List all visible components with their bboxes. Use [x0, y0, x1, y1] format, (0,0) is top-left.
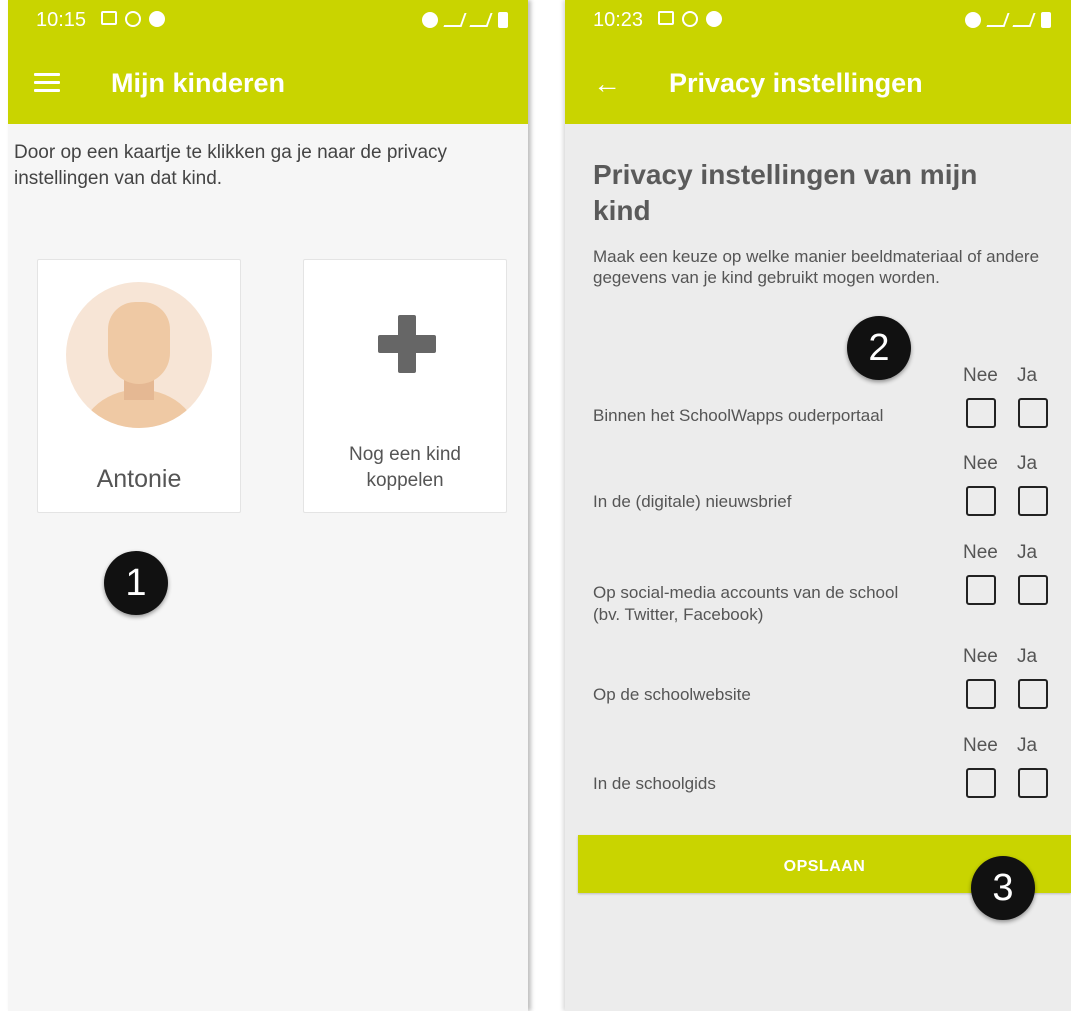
privacy-row: Nee Ja Op social-media accounts van de s…	[565, 542, 1071, 632]
column-header-no: Nee	[963, 735, 998, 756]
checkbox-yes[interactable]	[1018, 398, 1048, 428]
checkbox-no[interactable]	[966, 679, 996, 709]
add-child-label: Nog een kind koppelen	[349, 444, 461, 491]
alarm-icon	[422, 12, 438, 28]
column-header-yes: Ja	[1017, 453, 1038, 474]
whatsapp-notification-icon	[125, 11, 141, 27]
privacy-row: Nee Ja Binnen het SchoolWapps ouderporta…	[565, 365, 1071, 455]
checkbox-no[interactable]	[966, 398, 996, 428]
battery-icon	[1041, 12, 1051, 28]
alarm-icon	[965, 12, 981, 28]
signal-icon	[469, 13, 493, 27]
step-badge-1: 1	[104, 551, 168, 615]
whatsapp-notification-icon	[682, 11, 698, 27]
person-silhouette-icon	[66, 282, 212, 428]
status-bar: 10:15	[8, 0, 528, 40]
privacy-row-label: Op social-media accounts van de school (…	[593, 583, 899, 624]
hamburger-menu-icon[interactable]	[34, 73, 60, 93]
privacy-row-label: In de (digitale) nieuwsbrief	[593, 492, 792, 511]
messenger-notification-icon	[149, 11, 165, 27]
step-badge-3: 3	[971, 856, 1035, 920]
checkbox-yes[interactable]	[1018, 679, 1048, 709]
page-title: Mijn kinderen	[111, 68, 286, 98]
screen-privacy-settings: 10:23 ← Privacy instellingen Privacy ins…	[565, 0, 1071, 1011]
column-header-yes: Ja	[1017, 646, 1038, 667]
wifi-icon	[986, 13, 1010, 27]
checkbox-yes[interactable]	[1018, 486, 1048, 516]
checkbox-no[interactable]	[966, 575, 996, 605]
page-title: Privacy instellingen	[669, 68, 923, 98]
privacy-row: Nee Ja In de schoolgids	[565, 735, 1071, 825]
checkbox-no[interactable]	[966, 768, 996, 798]
section-description: Maak een keuze op welke manier beeldmate…	[593, 247, 1040, 287]
privacy-row-label: In de schoolgids	[593, 774, 716, 793]
column-header-no: Nee	[963, 453, 998, 474]
checkbox-yes[interactable]	[1018, 575, 1048, 605]
privacy-row-label: Binnen het SchoolWapps ouderportaal	[593, 406, 884, 425]
screen-my-children: 10:15 Mijn kinderen Door op een kaartje …	[8, 0, 528, 1011]
column-header-yes: Ja	[1017, 365, 1038, 386]
intro-text: Door op een kaartje te klikken ga je naa…	[14, 142, 448, 189]
add-child-card[interactable]: Nog een kind koppelen	[303, 259, 507, 513]
status-time: 10:15	[36, 9, 87, 31]
privacy-row: Nee Ja Op de schoolwebsite	[565, 646, 1071, 736]
signal-icon	[1012, 13, 1036, 27]
app-bar: Mijn kinderen	[8, 40, 528, 124]
status-bar: 10:23	[565, 0, 1071, 40]
gallery-notification-icon	[101, 11, 117, 25]
wifi-icon	[443, 13, 467, 27]
column-header-no: Nee	[963, 542, 998, 563]
section-heading: Privacy instellingen van mijn kind	[593, 159, 978, 226]
battery-icon	[498, 12, 508, 28]
privacy-row-label: Op de schoolwebsite	[593, 685, 751, 704]
messenger-notification-icon	[706, 11, 722, 27]
gallery-notification-icon	[658, 11, 674, 25]
plus-icon	[378, 315, 436, 373]
app-bar: ← Privacy instellingen	[565, 40, 1071, 124]
back-arrow-icon[interactable]: ←	[593, 68, 621, 100]
child-card[interactable]: Antonie	[37, 259, 241, 513]
column-header-yes: Ja	[1017, 542, 1038, 563]
privacy-row: Nee Ja In de (digitale) nieuwsbrief	[565, 453, 1071, 543]
status-time: 10:23	[593, 9, 644, 31]
checkbox-no[interactable]	[966, 486, 996, 516]
column-header-yes: Ja	[1017, 735, 1038, 756]
column-header-no: Nee	[963, 365, 998, 386]
child-name: Antonie	[96, 465, 182, 493]
checkbox-yes[interactable]	[1018, 768, 1048, 798]
column-header-no: Nee	[963, 646, 998, 667]
